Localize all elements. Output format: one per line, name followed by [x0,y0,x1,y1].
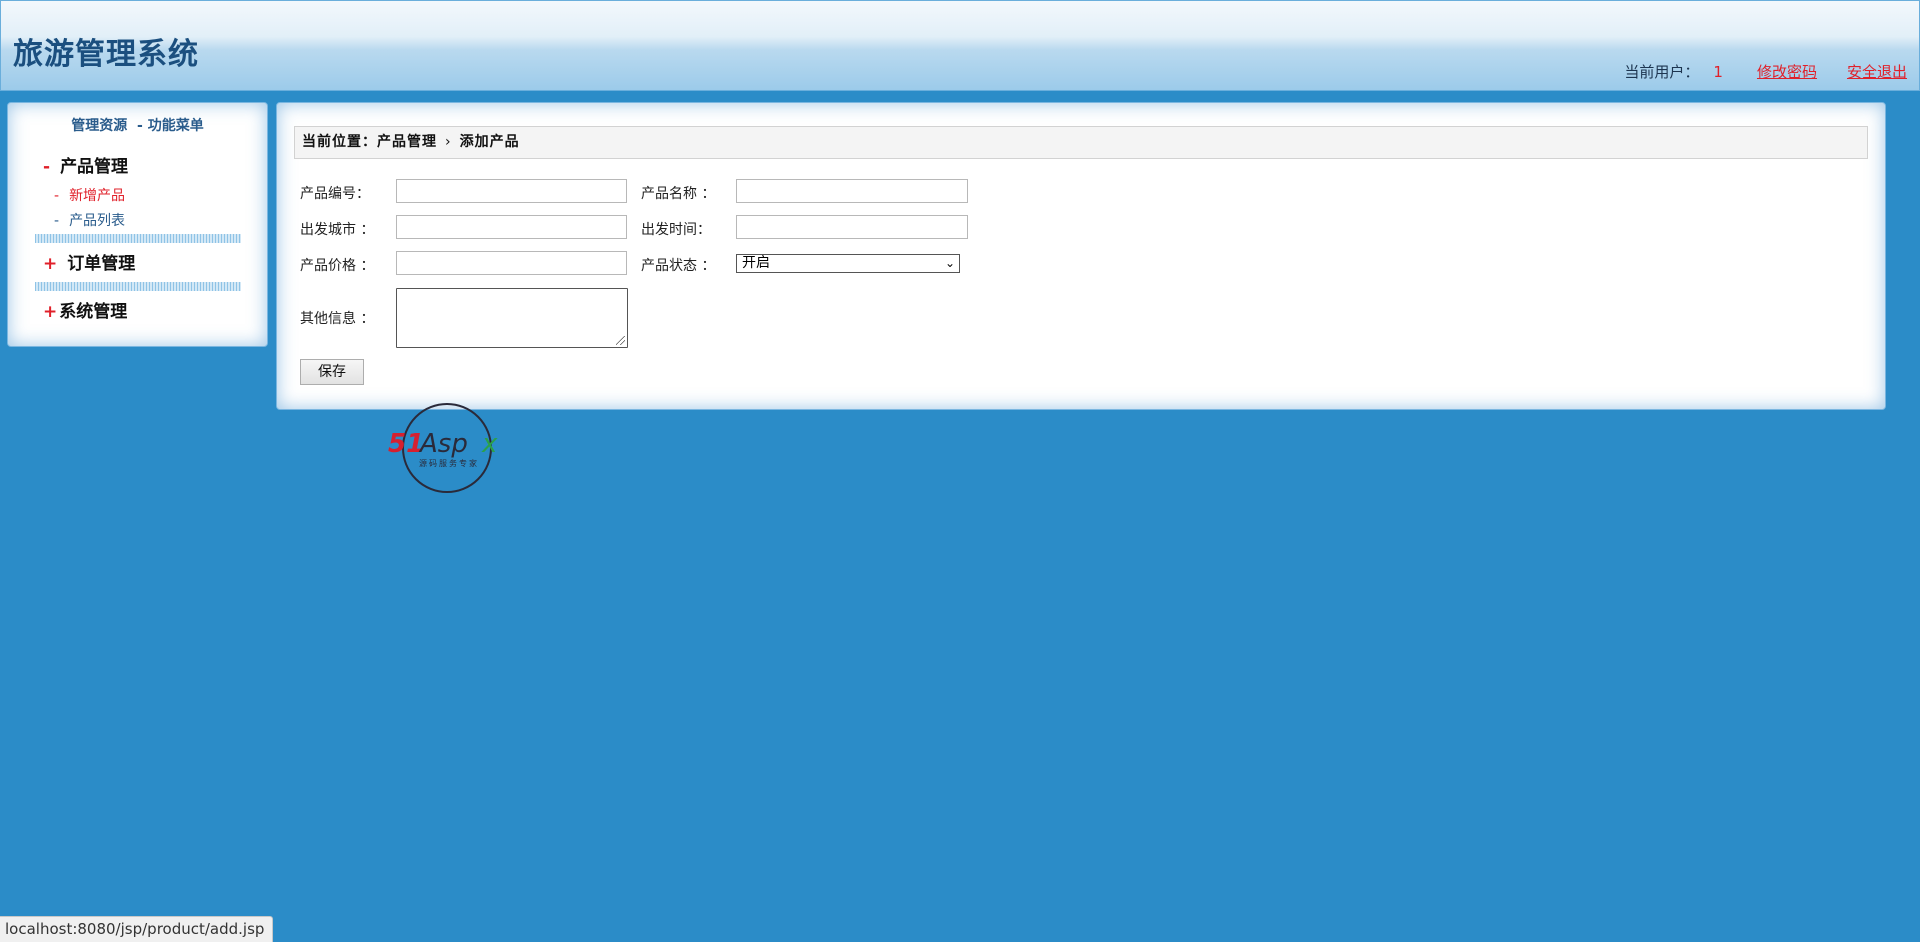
product-no-label: 产品编号： [300,186,370,202]
svg-text:源码服务专家: 源码服务专家 [419,458,479,468]
sidebar-menu: 管理资源 - 功能菜单 - 产品管理 - 新增产品 - 产品列表 + 订单管理 + 系统管… [7,102,268,347]
menu-item-add-product[interactable]: - 新增产品 [54,185,125,205]
main-panel: 当前位置：产品管理 › 添加产品 产品编号： 产品名称 ： 出发城市 ： 出发时间：… [276,102,1886,410]
menu-group-label: 产品管理 [60,157,129,177]
breadcrumb-page: 添加产品 [459,134,520,150]
expand-icon: + [43,302,58,322]
menu-divider [35,234,241,243]
status-label: 产品状态 ： [641,258,716,274]
resize-grip-icon[interactable] [616,336,625,345]
menu-group-label: 订单管理 [67,254,136,274]
change-password-link[interactable]: 修改密码 [1757,61,1817,82]
price-input[interactable] [396,251,627,275]
product-no-input[interactable] [396,179,627,203]
save-button[interactable]: 保存 [300,359,364,385]
header-bar: 旅游管理系统 当前用户： 1 修改密码 安全退出 [0,0,1920,91]
breadcrumb: 当前位置：产品管理 › 添加产品 [294,126,1868,159]
current-user-label: 当前用户： [1624,63,1700,81]
other-info-textarea[interactable] [396,288,628,348]
svg-text:Asp: Asp [418,429,468,459]
browser-status-url: localhost:8080/jsp/product/add.jsp [0,916,274,942]
logout-link[interactable]: 安全退出 [1847,61,1907,82]
chevron-right-icon: › [445,134,452,150]
departure-city-input[interactable] [396,215,627,239]
breadcrumb-prefix: 当前位置： [302,134,377,150]
logo-graphic: 51 Asp x 源码服务专家 [388,403,498,493]
product-name-label: 产品名称 ： [641,186,716,202]
svg-text:x: x [481,429,498,459]
price-label: 产品价格 ： [300,258,375,274]
menu-group-system[interactable]: + 系统管理 [43,297,127,322]
collapse-icon: - [43,157,51,177]
svg-text:51: 51 [388,429,424,459]
menu-item-label: 新增产品 [69,188,126,204]
sidebar-title: 管理资源 - 功能菜单 [71,118,204,134]
product-name-input[interactable] [736,179,968,203]
user-bar: 当前用户： 1 修改密码 安全退出 [1624,61,1907,82]
bullet-dash: - [54,188,60,204]
menu-divider [35,282,241,291]
status-selected-value: 开启 [742,255,770,271]
breadcrumb-section: 产品管理 [377,134,437,150]
bullet-dash: - [54,213,60,229]
menu-item-label: 产品列表 [69,213,126,229]
departure-city-label: 出发城市 ： [300,222,375,238]
menu-group-orders[interactable]: + 订单管理 [43,249,135,274]
expand-icon: + [43,254,58,274]
menu-group-label: 系统管理 [59,302,128,322]
status-select[interactable]: 开启 ⌄ [736,254,960,273]
other-info-label: 其他信息 ： [300,311,375,327]
current-user-value: 1 [1713,62,1723,81]
menu-item-product-list[interactable]: - 产品列表 [54,210,125,230]
departure-time-input[interactable] [736,215,968,239]
menu-group-product[interactable]: - 产品管理 [43,152,128,177]
chevron-down-icon: ⌄ [944,256,955,270]
departure-time-label: 出发时间： [641,222,711,238]
app-title: 旅游管理系统 [13,37,199,72]
watermark-logo: 51 Asp x 源码服务专家 [386,394,510,494]
